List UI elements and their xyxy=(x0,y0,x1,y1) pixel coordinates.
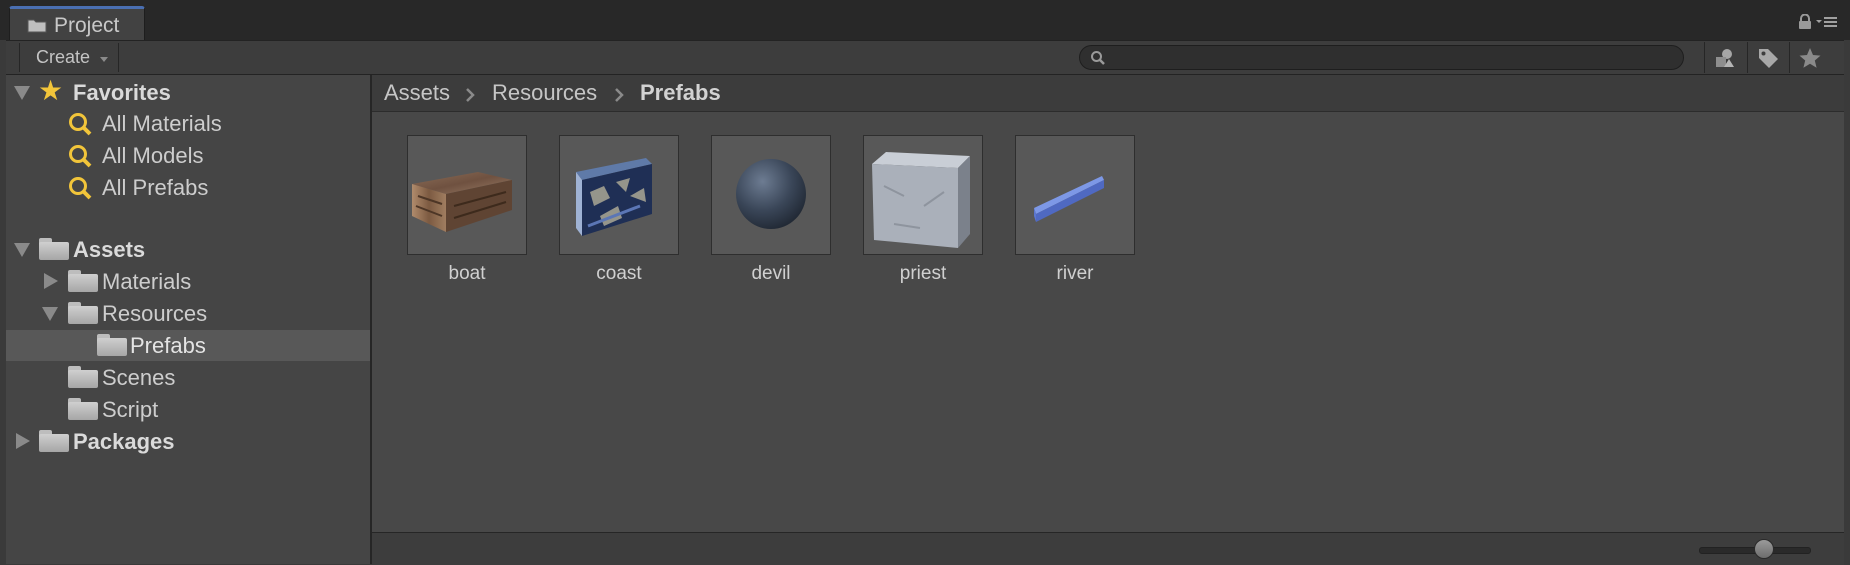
project-toolbar: Create xyxy=(6,40,1844,75)
collapse-arrow-icon[interactable] xyxy=(14,243,30,257)
asset-thumbnail[interactable] xyxy=(407,135,527,255)
favorite-star-icon: ★ xyxy=(38,75,64,106)
folder-icon xyxy=(68,270,98,292)
asset-name: river xyxy=(1056,263,1094,284)
search-field[interactable] xyxy=(1079,45,1684,70)
create-label: Create xyxy=(36,47,91,67)
asset-name: priest xyxy=(899,263,947,284)
tree-item-favorites[interactable]: ★ Favorites xyxy=(6,77,370,108)
asset-thumbnail[interactable] xyxy=(559,135,679,255)
tree-label: Materials xyxy=(102,269,192,294)
folder-icon xyxy=(39,238,69,260)
asset-name: boat xyxy=(448,263,486,284)
project-tab[interactable]: Project xyxy=(9,6,145,40)
thumbnail-size-slider-handle[interactable] xyxy=(1754,539,1774,559)
dark-sphere-preview xyxy=(736,159,806,229)
breadcrumb-item-prefabs[interactable]: Prefabs xyxy=(640,80,721,106)
search-icon xyxy=(69,145,92,168)
create-button[interactable]: Create xyxy=(19,43,119,72)
tree-label: Scenes xyxy=(102,365,176,390)
tree-label: All Prefabs xyxy=(102,175,209,200)
dropdown-menu-icon[interactable] xyxy=(1816,16,1838,28)
chevron-right-icon xyxy=(466,88,475,102)
wooden-box-preview xyxy=(412,172,512,232)
tree-label: Script xyxy=(102,397,159,422)
tree-label: All Models xyxy=(102,143,204,168)
search-icon xyxy=(69,113,92,136)
tree-label: Prefabs xyxy=(130,333,206,358)
folder-icon xyxy=(39,430,69,452)
tab-menu[interactable] xyxy=(1798,14,1838,30)
asset-name: coast xyxy=(596,263,642,284)
tree-item-assets[interactable]: Assets xyxy=(6,234,370,265)
asset-thumbnail[interactable] xyxy=(863,135,983,255)
folder-tree-panel: ★ Favorites All Materials All Models All… xyxy=(6,75,370,564)
expand-arrow-icon[interactable] xyxy=(44,273,58,289)
tree-item-script[interactable]: Script xyxy=(6,394,370,425)
collapse-arrow-icon[interactable] xyxy=(42,307,58,321)
label-icon xyxy=(1758,48,1778,68)
breadcrumb: Assets Resources Prefabs xyxy=(372,75,1844,112)
tree-item-all-materials[interactable]: All Materials xyxy=(6,108,370,139)
collapse-arrow-icon[interactable] xyxy=(14,86,30,100)
tab-title: Project xyxy=(54,14,120,37)
tree-item-resources[interactable]: Resources xyxy=(6,298,370,329)
window-tab-bar: Project xyxy=(0,0,1850,40)
search-by-label-button[interactable] xyxy=(1747,42,1787,73)
search-icon xyxy=(69,177,92,200)
blue-bar-preview xyxy=(1034,176,1104,222)
tree-label: All Materials xyxy=(102,111,222,136)
tree-item-all-prefabs[interactable]: All Prefabs xyxy=(6,172,370,203)
asset-browser-footer xyxy=(372,532,1844,565)
folder-icon xyxy=(68,302,98,324)
folder-icon xyxy=(68,398,98,420)
save-search-button[interactable] xyxy=(1789,42,1829,73)
asset-thumbnail[interactable] xyxy=(711,135,831,255)
tree-label: Packages xyxy=(73,429,175,454)
favorite-star-icon xyxy=(1799,47,1820,68)
breadcrumb-item-assets[interactable]: Assets xyxy=(384,80,450,106)
search-by-type-button[interactable] xyxy=(1704,42,1744,73)
expand-arrow-icon[interactable] xyxy=(16,433,30,449)
tree-label: Favorites xyxy=(73,80,171,105)
search-icon xyxy=(1091,51,1105,65)
tree-item-packages[interactable]: Packages xyxy=(6,426,370,457)
lock-icon[interactable] xyxy=(1798,14,1812,30)
folder-icon xyxy=(27,19,47,33)
tree-label: Assets xyxy=(73,237,146,262)
asset-name: devil xyxy=(751,263,791,284)
asset-browser-panel: Assets Resources Prefabs boat coast devi… xyxy=(372,75,1844,565)
chevron-down-icon xyxy=(100,57,108,62)
grey-cube-preview xyxy=(872,152,970,248)
chevron-right-icon xyxy=(615,88,624,102)
folder-icon xyxy=(68,366,98,388)
tree-item-materials[interactable]: Materials xyxy=(6,266,370,297)
tree-label: Resources xyxy=(102,301,208,326)
tree-item-scenes[interactable]: Scenes xyxy=(6,362,370,393)
blue-stone-block-preview xyxy=(576,158,652,236)
search-by-type-icon xyxy=(1715,48,1734,67)
breadcrumb-item-resources[interactable]: Resources xyxy=(492,80,597,106)
tree-item-all-models[interactable]: All Models xyxy=(6,140,370,171)
search-input[interactable] xyxy=(1114,48,1678,69)
asset-thumbnail[interactable] xyxy=(1015,135,1135,255)
tree-item-prefabs[interactable]: Prefabs xyxy=(6,330,370,361)
folder-icon xyxy=(97,334,127,356)
